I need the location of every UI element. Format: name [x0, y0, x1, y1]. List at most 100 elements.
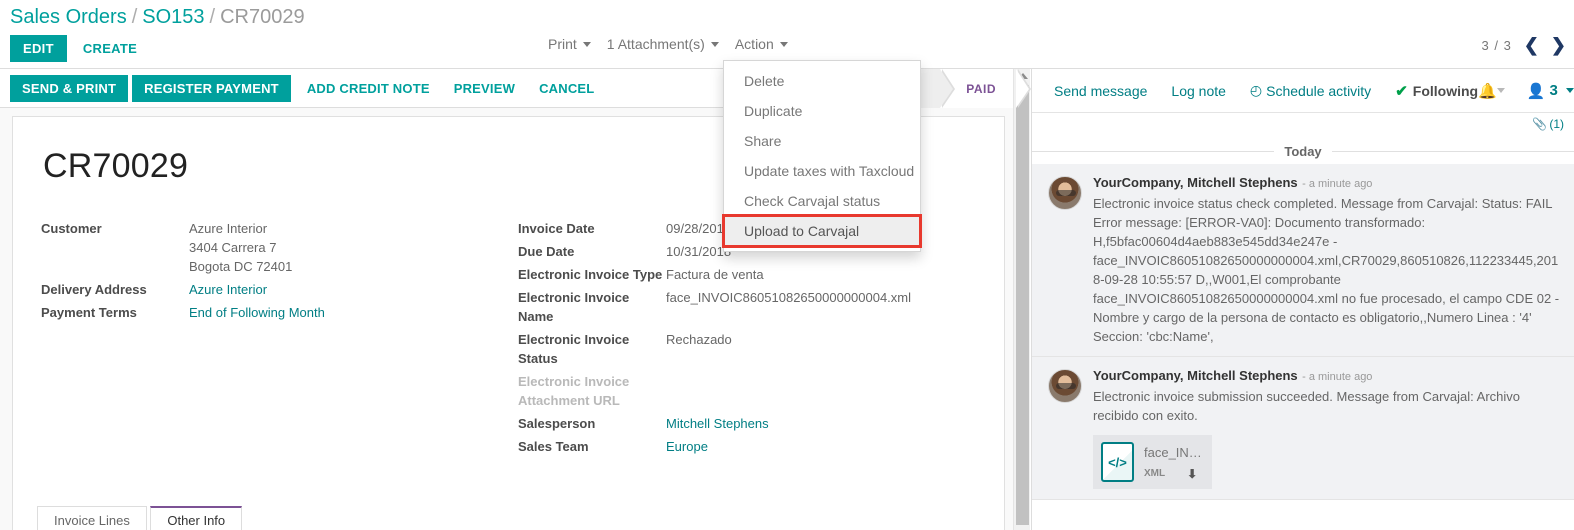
chevron-down-icon[interactable]	[1497, 88, 1505, 93]
paperclip-icon: 📎	[1532, 117, 1547, 131]
field-label: Salesperson	[518, 414, 666, 433]
attachment-count-indicator[interactable]: 📎 (1)	[1532, 117, 1564, 131]
customer-address-line-2: Bogota DC 72401	[189, 257, 292, 276]
breadcrumb-separator-1: /	[132, 6, 138, 28]
status-bar-buttons: SEND & PRINT REGISTER PAYMENT ADD CREDIT…	[10, 75, 606, 102]
field-label: Electronic Invoice Name	[518, 288, 666, 326]
field-label: Delivery Address	[41, 280, 189, 299]
menu-item-duplicate[interactable]: Duplicate	[724, 96, 920, 126]
menu-item-delete[interactable]: Delete	[724, 66, 920, 96]
salesperson-link[interactable]: Mitchell Stephens	[666, 414, 769, 433]
field-delivery-address: Delivery Address Azure Interior	[41, 280, 511, 299]
field-electronic-invoice-status: Electronic Invoice Status Rechazado	[518, 330, 988, 368]
attachment-name: face_IN…	[1144, 445, 1202, 460]
avatar	[1048, 369, 1082, 403]
message-timestamp: - a minute ago	[1302, 371, 1372, 383]
pager-next-icon[interactable]: ❯	[1551, 36, 1566, 54]
electronic-invoice-type-value: Factura de venta	[666, 265, 764, 284]
notebook-tabs: Invoice Lines Other Info	[37, 506, 997, 530]
field-electronic-invoice-name: Electronic Invoice Name face_INVOIC86051…	[518, 288, 988, 326]
form-vertical-scrollbar[interactable]	[1013, 69, 1030, 530]
delivery-address-link[interactable]: Azure Interior	[189, 280, 267, 299]
attachments-dropdown[interactable]: 1 Attachment(s)	[607, 36, 719, 52]
action-label: Action	[735, 36, 774, 52]
message-text: Electronic invoice status check complete…	[1093, 194, 1560, 346]
add-credit-note-button[interactable]: ADD CREDIT NOTE	[295, 75, 442, 102]
date-separator: Today	[1032, 141, 1574, 161]
payment-terms-link[interactable]: End of Following Month	[189, 303, 325, 322]
record-pager: 3 / 3 ❮ ❯	[1482, 36, 1566, 54]
field-label: Invoice Date	[518, 219, 666, 238]
message-author: YourCompany, Mitchell Stephens	[1093, 175, 1298, 190]
edit-button[interactable]: EDIT	[10, 35, 67, 62]
cog-toolbar: Print 1 Attachment(s) Action	[548, 36, 788, 52]
menu-item-share[interactable]: Share	[724, 126, 920, 156]
send-and-print-button[interactable]: SEND & PRINT	[10, 75, 128, 102]
customer-link[interactable]: Azure Interior	[189, 221, 267, 236]
schedule-activity-button[interactable]: ◴ Schedule activity	[1250, 82, 1371, 99]
field-label: Electronic Invoice Status	[518, 330, 666, 368]
menu-item-check-carvajal-status[interactable]: Check Carvajal status	[724, 186, 920, 216]
check-icon: ✔	[1395, 82, 1408, 100]
date-separator-label: Today	[1274, 144, 1331, 159]
field-label: Customer	[41, 219, 189, 238]
attachment-count-label: (1)	[1549, 117, 1564, 131]
field-label: Due Date	[518, 242, 666, 261]
attachments-label: 1 Attachment(s)	[607, 36, 705, 52]
pager-previous-icon[interactable]: ❮	[1524, 36, 1539, 54]
form-column-left: Customer Azure Interior 3404 Carrera 7 B…	[41, 219, 511, 326]
send-message-button[interactable]: Send message	[1054, 83, 1147, 99]
print-label: Print	[548, 36, 577, 52]
code-file-icon: </>	[1101, 442, 1134, 482]
field-label: Payment Terms	[41, 303, 189, 322]
message-header: YourCompany, Mitchell Stephens - a minut…	[1093, 367, 1560, 385]
schedule-activity-label: Schedule activity	[1266, 83, 1371, 99]
record-controls: EDIT CREATE	[10, 35, 145, 62]
message-thread: YourCompany, Mitchell Stephens - a minut…	[1032, 164, 1574, 530]
preview-button[interactable]: PREVIEW	[442, 75, 527, 102]
message-header: YourCompany, Mitchell Stephens - a minut…	[1093, 174, 1560, 192]
field-electronic-invoice-type: Electronic Invoice Type Factura de venta	[518, 265, 988, 284]
message-item: YourCompany, Mitchell Stephens - a minut…	[1032, 164, 1574, 357]
pager-count: 3 / 3	[1482, 38, 1512, 53]
breadcrumb-separator-2: /	[210, 6, 216, 28]
attachment-card[interactable]: </> face_IN… XML ⬇	[1093, 435, 1212, 489]
invoice-date-value: 09/28/2018	[666, 219, 731, 238]
message-author: YourCompany, Mitchell Stephens	[1093, 368, 1298, 383]
message-body: YourCompany, Mitchell Stephens - a minut…	[1093, 174, 1560, 346]
field-sales-team: Sales Team Europe	[518, 437, 988, 456]
user-icon: 👤	[1527, 82, 1546, 100]
followers-count-button[interactable]: 👤 3	[1527, 82, 1574, 100]
message-item: YourCompany, Mitchell Stephens - a minut…	[1032, 357, 1574, 500]
field-label: Electronic Invoice Attachment URL	[518, 372, 666, 410]
chatter-toolbar: Send message Log note ◴ Schedule activit…	[1032, 69, 1574, 113]
action-dropdown[interactable]: Action	[735, 36, 788, 52]
customer-address-line-1: 3404 Carrera 7	[189, 238, 292, 257]
menu-item-upload-to-carvajal[interactable]: Upload to Carvajal	[724, 216, 920, 246]
followers-count: 3	[1549, 82, 1557, 99]
bell-icon[interactable]: 🔔	[1478, 82, 1497, 100]
breadcrumb-current: CR70029	[220, 6, 305, 28]
tab-invoice-lines[interactable]: Invoice Lines	[37, 506, 147, 530]
create-button[interactable]: CREATE	[75, 35, 145, 62]
cancel-button[interactable]: CANCEL	[527, 75, 606, 102]
avatar	[1048, 176, 1082, 210]
scrollbar-thumb[interactable]	[1016, 85, 1029, 525]
field-value-group: Azure Interior 3404 Carrera 7 Bogota DC …	[189, 219, 292, 276]
download-icon[interactable]: ⬇	[1187, 467, 1197, 481]
following-toggle[interactable]: ✔ Following	[1395, 82, 1478, 100]
log-note-button[interactable]: Log note	[1171, 83, 1226, 99]
sales-team-link[interactable]: Europe	[666, 437, 708, 456]
field-electronic-invoice-attachment-url: Electronic Invoice Attachment URL	[518, 372, 988, 410]
register-payment-button[interactable]: REGISTER PAYMENT	[132, 75, 291, 102]
tab-other-info[interactable]: Other Info	[150, 506, 242, 530]
clock-icon: ◴	[1250, 82, 1262, 99]
page-title: CR70029	[43, 147, 188, 186]
field-label: Sales Team	[518, 437, 666, 456]
breadcrumb-so153[interactable]: SO153	[142, 6, 204, 28]
menu-item-update-taxes-with-taxcloud[interactable]: Update taxes with Taxcloud	[724, 156, 920, 186]
print-dropdown[interactable]: Print	[548, 36, 591, 52]
breadcrumb-sales-orders[interactable]: Sales Orders	[10, 6, 127, 28]
message-text: Electronic invoice submission succeeded.…	[1093, 387, 1560, 425]
action-dropdown-menu: Delete Duplicate Share Update taxes with…	[723, 60, 921, 252]
